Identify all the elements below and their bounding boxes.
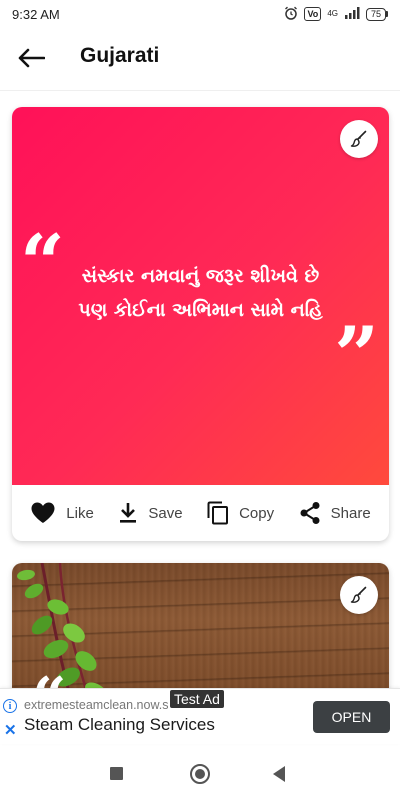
ad-test-label: Test Ad xyxy=(170,690,224,708)
signal-icon xyxy=(344,6,360,22)
home-icon xyxy=(195,769,205,779)
card-actions: Like Save Copy Share xyxy=(12,485,389,541)
battery-level: 75 xyxy=(365,7,386,21)
save-label: Save xyxy=(148,504,183,522)
recents-button[interactable] xyxy=(110,767,123,780)
home-button[interactable] xyxy=(190,764,210,784)
close-quote-icon: ” xyxy=(334,310,379,401)
share-icon xyxy=(299,501,321,525)
back-button[interactable] xyxy=(14,42,48,74)
copy-button[interactable]: Copy xyxy=(207,501,274,525)
quote-card: “ સંસ્કાર નમવાનું જરૂર શીખવે છે પણ કોઈના… xyxy=(12,107,389,541)
heart-icon xyxy=(30,501,56,525)
share-label: Share xyxy=(330,504,371,522)
status-bar: 9:32 AM Vo 4G 75 xyxy=(0,0,400,28)
system-nav-bar xyxy=(0,746,400,800)
quote-image[interactable]: “ સંસ્કાર નમવાનું જરૂર શીખવે છે પણ કોઈના… xyxy=(12,107,389,485)
edit-button[interactable] xyxy=(340,120,378,158)
brush-icon xyxy=(350,586,367,603)
ad-close-icon[interactable]: ✕ xyxy=(4,723,17,738)
copy-label: Copy xyxy=(239,504,275,522)
copy-icon xyxy=(207,501,229,525)
edit-button[interactable] xyxy=(340,576,378,614)
ad-domain: extremesteamclean.now.s xyxy=(24,698,169,712)
quote-card: “ xyxy=(12,563,389,703)
app-bar: Gujarati xyxy=(0,28,400,88)
app-bar-divider xyxy=(0,90,400,91)
network-type: 4G xyxy=(327,9,338,18)
ad-banner[interactable]: i ✕ extremesteamclean.now.s Steam Cleani… xyxy=(0,688,400,744)
quote-image-wood[interactable]: “ xyxy=(12,563,389,703)
quote-line: સંસ્કાર નમવાનું જરૂર શીખવે છે xyxy=(81,265,320,287)
ad-title: Steam Cleaning Services xyxy=(24,715,215,734)
plant-leaves-icon xyxy=(17,563,107,703)
brush-icon xyxy=(350,130,367,147)
save-button[interactable]: Save xyxy=(118,502,183,524)
back-arrow-icon xyxy=(18,48,45,68)
ad-open-button[interactable]: OPEN xyxy=(313,701,390,733)
volte-icon: Vo xyxy=(304,7,322,21)
quote-line: પણ કોઈના અભિમાન સામે નહિ xyxy=(78,299,323,321)
system-back-button[interactable] xyxy=(273,766,285,782)
quote-text: સંસ્કાર નમવાનું જરૂર શીખવે છે પણ કોઈના અ… xyxy=(42,259,359,327)
status-icons: Vo 4G 75 xyxy=(284,6,388,23)
page-title: Gujarati xyxy=(80,44,160,67)
share-button[interactable]: Share xyxy=(299,501,371,525)
like-button[interactable]: Like xyxy=(30,501,94,525)
ad-info-icon[interactable]: i xyxy=(3,699,17,713)
like-label: Like xyxy=(66,504,94,522)
alarm-icon xyxy=(284,6,298,23)
download-icon xyxy=(118,502,138,524)
battery-icon: 75 xyxy=(365,7,388,21)
status-time: 9:32 AM xyxy=(12,6,60,22)
